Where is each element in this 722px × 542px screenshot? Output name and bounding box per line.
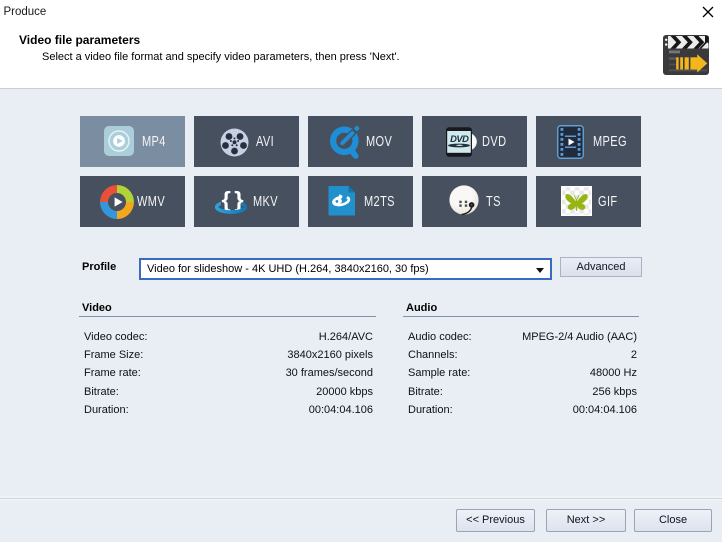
svg-text:}: } — [234, 187, 243, 212]
svg-text:DVD: DVD — [450, 134, 469, 144]
svg-text:{: { — [222, 187, 231, 212]
